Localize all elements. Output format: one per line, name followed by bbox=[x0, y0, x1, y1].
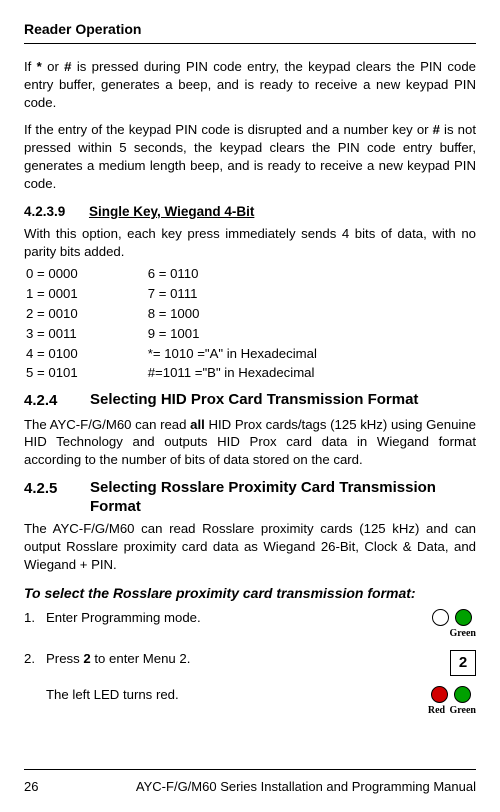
step-number: 2. bbox=[24, 650, 46, 676]
bit-row: *= 1010 ="A" in Hexadecimal bbox=[148, 344, 317, 364]
para-timeout: If the entry of the keypad PIN code is d… bbox=[24, 121, 476, 192]
bit-row: 5 = 0101 bbox=[26, 363, 78, 383]
subhead-title: Single Key, Wiegand 4-Bit bbox=[89, 204, 254, 219]
procedure-title: To select the Rosslare proximity card tr… bbox=[24, 584, 476, 603]
heading-number: 4.2.4 bbox=[24, 391, 90, 411]
para-rosslare: The AYC-F/G/M60 can read Rosslare proxim… bbox=[24, 520, 476, 573]
bit-row: 1 = 0001 bbox=[26, 284, 78, 304]
footer-rule bbox=[24, 769, 476, 770]
led-indicator: Green bbox=[418, 609, 476, 641]
bit-row: #=1011 ="B" in Hexadecimal bbox=[148, 363, 317, 383]
step-number: 1. bbox=[24, 609, 46, 641]
keypad-key-icon: 2 bbox=[450, 650, 476, 676]
page-footer: 26 AYC-F/G/M60 Series Installation and P… bbox=[24, 769, 476, 796]
heading-424: 4.2.4 Selecting HID Prox Card Transmissi… bbox=[24, 391, 476, 411]
heading-425: 4.2.5 Selecting Rosslare Proximity Card … bbox=[24, 479, 476, 517]
page-header: Reader Operation bbox=[24, 20, 476, 39]
bit-col-left: 0 = 0000 1 = 0001 2 = 0010 3 = 0011 4 = … bbox=[26, 264, 78, 383]
bit-col-right: 6 = 0110 7 = 0111 8 = 1000 9 = 1001 *= 1… bbox=[148, 264, 317, 383]
step-2-result: The left LED turns red. Red Green bbox=[24, 686, 476, 718]
subhead-number: 4.2.3.9 bbox=[24, 203, 65, 221]
heading-number: 4.2.5 bbox=[24, 479, 90, 517]
step-2: 2. Press 2 to enter Menu 2. 2 bbox=[24, 650, 476, 676]
led-red-icon bbox=[431, 686, 448, 703]
led-green-icon bbox=[454, 686, 471, 703]
led-indicator: Red Green bbox=[416, 686, 476, 718]
bit-row: 3 = 0011 bbox=[26, 324, 78, 344]
para-hid: The AYC-F/G/M60 can read all HID Prox ca… bbox=[24, 416, 476, 469]
bit-row: 6 = 0110 bbox=[148, 264, 317, 284]
footer-text: AYC-F/G/M60 Series Installation and Prog… bbox=[136, 778, 476, 796]
heading-title: Selecting HID Prox Card Transmission For… bbox=[90, 391, 418, 411]
step-text: Enter Programming mode. bbox=[46, 609, 418, 641]
step-text: Press 2 to enter Menu 2. bbox=[46, 650, 440, 676]
heading-title: Selecting Rosslare Proximity Card Transm… bbox=[90, 479, 476, 517]
subhead-desc: With this option, each key press immedia… bbox=[24, 225, 476, 261]
led-green-icon bbox=[455, 609, 472, 626]
bit-row: 8 = 1000 bbox=[148, 304, 317, 324]
bit-row: 4 = 0100 bbox=[26, 344, 78, 364]
bit-table: 0 = 0000 1 = 0001 2 = 0010 3 = 0011 4 = … bbox=[26, 264, 476, 383]
subhead-4239: 4.2.3.9 Single Key, Wiegand 4-Bit bbox=[24, 203, 476, 221]
bit-row: 0 = 0000 bbox=[26, 264, 78, 284]
header-rule bbox=[24, 43, 476, 44]
step-number bbox=[24, 686, 46, 718]
bit-row: 9 = 1001 bbox=[148, 324, 317, 344]
step-1: 1. Enter Programming mode. Green bbox=[24, 609, 476, 641]
keypad-indicator: 2 bbox=[440, 650, 476, 676]
para-clear-buffer: If * or # is pressed during PIN code ent… bbox=[24, 58, 476, 111]
bit-row: 7 = 0111 bbox=[148, 284, 317, 304]
led-off-icon bbox=[432, 609, 449, 626]
page-number: 26 bbox=[24, 778, 38, 796]
step-text: The left LED turns red. bbox=[46, 686, 416, 718]
bit-row: 2 = 0010 bbox=[26, 304, 78, 324]
